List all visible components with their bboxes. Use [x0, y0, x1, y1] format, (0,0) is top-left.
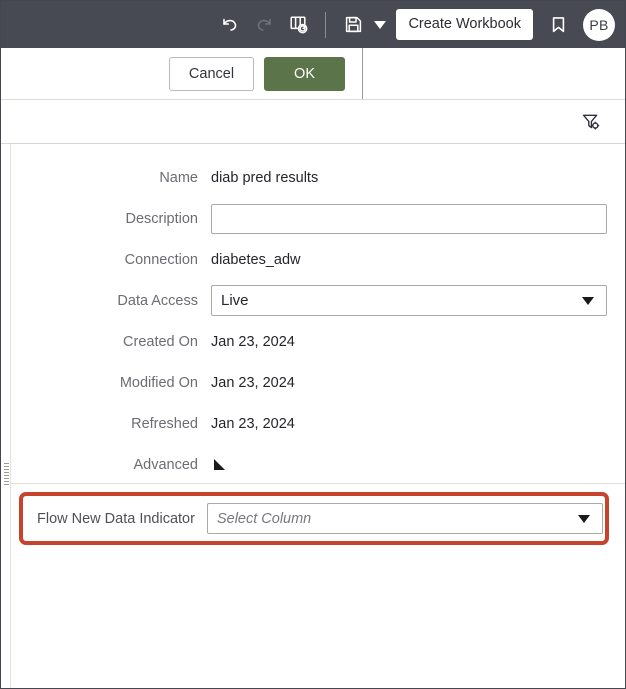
refresh-dataset-icon[interactable] — [281, 8, 315, 42]
action-bar: Cancel OK — [1, 48, 625, 100]
filter-bar — [1, 100, 625, 144]
form-row-name: Name diab pred results — [11, 157, 625, 198]
name-label: Name — [159, 169, 198, 186]
bookmark-icon[interactable] — [541, 8, 575, 42]
created-on-value: Jan 23, 2024 — [211, 333, 295, 350]
form-row-refreshed: Refreshed Jan 23, 2024 — [11, 403, 625, 444]
refreshed-value: Jan 23, 2024 — [211, 415, 295, 432]
form-row-modified-on: Modified On Jan 23, 2024 — [11, 362, 625, 403]
toolbar-divider — [325, 11, 327, 38]
refreshed-label: Refreshed — [131, 415, 198, 432]
save-icon[interactable] — [336, 8, 370, 42]
form-row-data-access: Data Access Live — [11, 280, 625, 321]
form-row-created-on: Created On Jan 23, 2024 — [11, 321, 625, 362]
cancel-button[interactable]: Cancel — [168, 56, 255, 91]
flow-select-placeholder: Select Column — [216, 510, 312, 527]
flow-new-data-indicator-row: Flow New Data Indicator Select Column — [19, 492, 609, 545]
description-input[interactable] — [211, 203, 607, 234]
create-workbook-button[interactable]: Create Workbook — [396, 9, 533, 40]
save-chevron-down-icon[interactable] — [374, 20, 387, 29]
undo-icon[interactable] — [213, 8, 247, 42]
top-toolbar: Create Workbook PB — [1, 1, 625, 48]
form-row-advanced: Advanced — [11, 444, 625, 485]
description-label: Description — [125, 210, 198, 227]
triangle-right-icon[interactable] — [214, 459, 225, 470]
chevron-down-icon — [577, 514, 590, 523]
dataset-properties-page: Create Workbook PB Cancel OK Name diab p… — [0, 0, 626, 689]
action-bar-inner: Cancel OK — [1, 48, 363, 99]
flow-new-data-indicator-select[interactable]: Select Column — [206, 503, 603, 534]
ok-button[interactable]: OK — [264, 56, 345, 91]
redo-icon[interactable] — [247, 8, 281, 42]
advanced-label: Advanced — [133, 456, 199, 473]
filter-settings-icon[interactable] — [577, 108, 605, 136]
data-access-selected-value: Live — [221, 292, 249, 309]
chevron-down-icon — [582, 296, 594, 305]
modified-on-label: Modified On — [119, 374, 198, 391]
form-row-description: Description — [11, 198, 625, 239]
resize-grip-handle[interactable] — [4, 463, 9, 485]
name-value: diab pred results — [211, 169, 319, 186]
connection-value: diabetes_adw — [211, 251, 301, 268]
avatar[interactable]: PB — [583, 8, 615, 41]
flow-new-data-indicator-label: Flow New Data Indicator — [37, 510, 195, 527]
connection-label: Connection — [124, 251, 198, 268]
form-row-connection: Connection diabetes_adw — [11, 239, 625, 280]
avatar-initials: PB — [589, 16, 609, 33]
properties-form: Name diab pred results Description Conne… — [11, 144, 625, 484]
empty-content-area — [11, 557, 625, 688]
data-access-select[interactable]: Live — [211, 285, 607, 316]
created-on-label: Created On — [123, 333, 198, 350]
modified-on-value: Jan 23, 2024 — [211, 374, 295, 391]
data-access-label: Data Access — [117, 292, 198, 309]
